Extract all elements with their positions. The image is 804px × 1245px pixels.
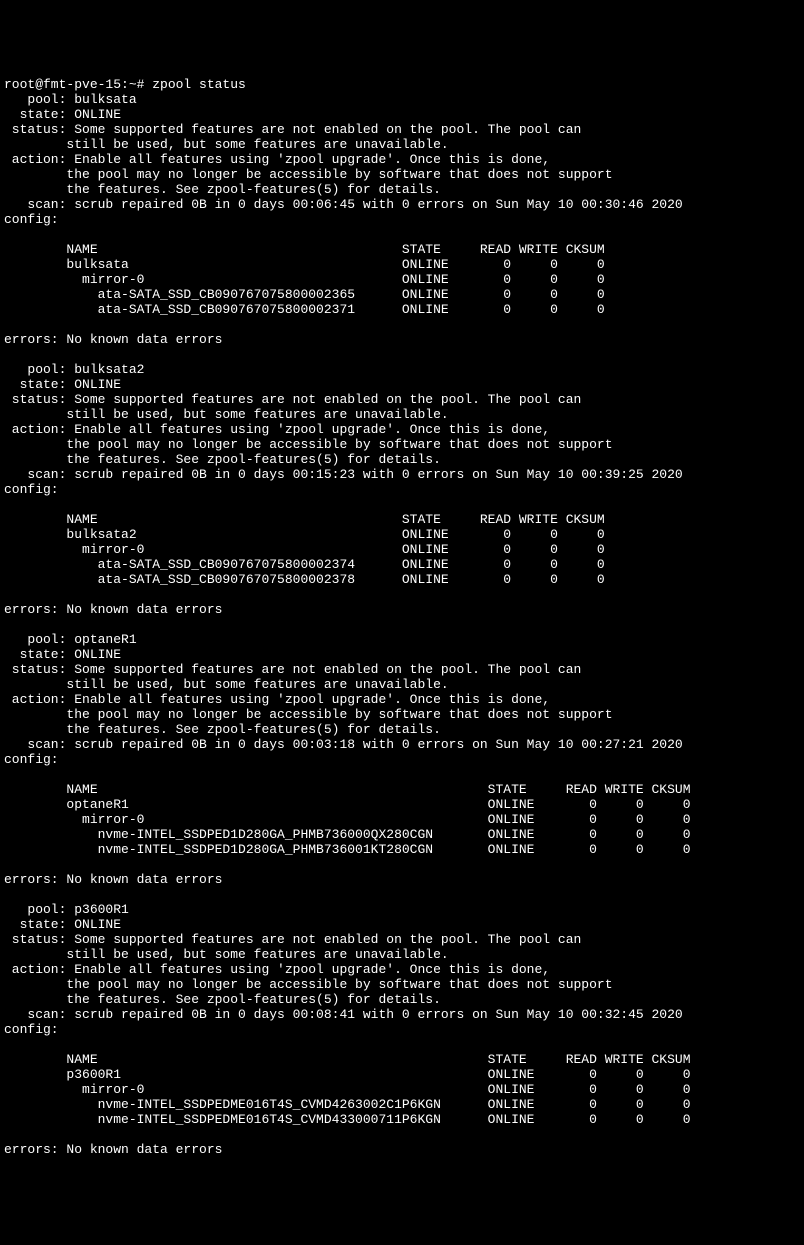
terminal-output: root@fmt-pve-15:~# zpool status pool: bu…: [4, 77, 800, 1157]
